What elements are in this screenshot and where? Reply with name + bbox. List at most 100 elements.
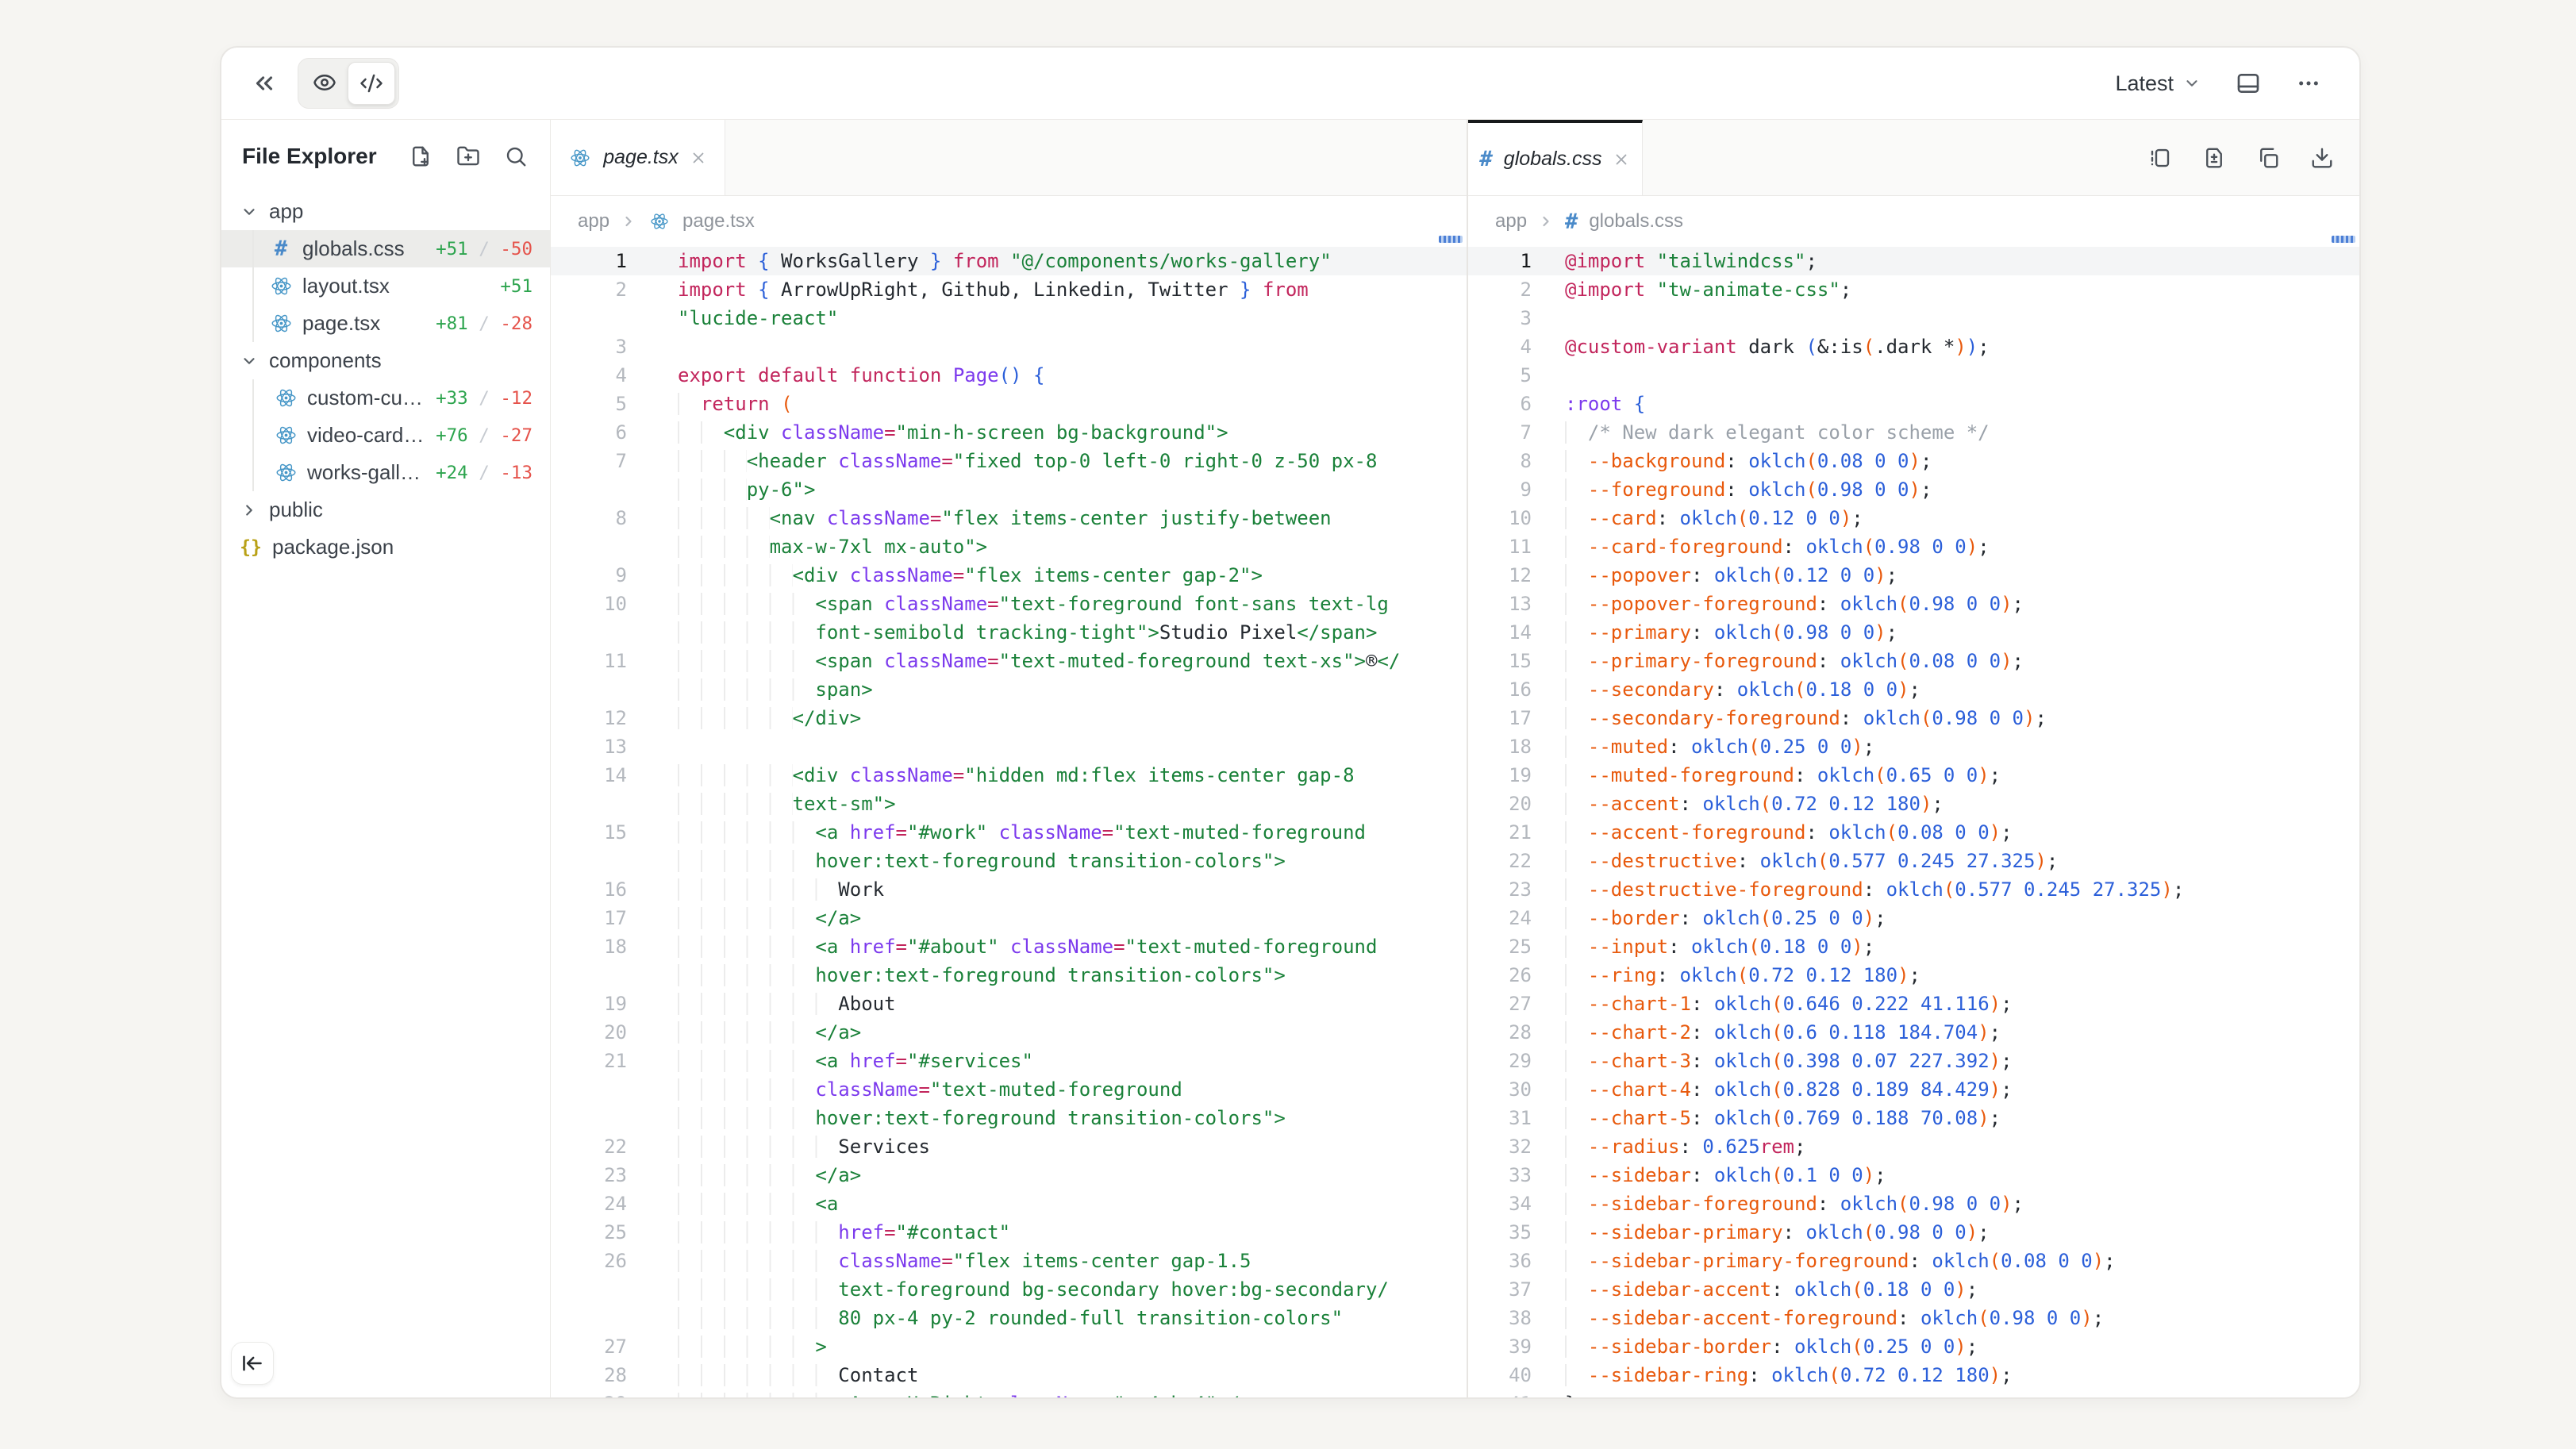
- code-line[interactable]: 11 <span className="text-muted-foregroun…: [551, 647, 1467, 675]
- code-line[interactable]: max-w-7xl mx-auto">: [551, 532, 1467, 561]
- code-line[interactable]: 9 <div className="flex items-center gap-…: [551, 561, 1467, 590]
- code-line[interactable]: 11 --card-foreground: oklch(0.98 0 0);: [1468, 532, 2359, 561]
- code-line[interactable]: 28 --chart-2: oklch(0.6 0.118 184.704);: [1468, 1018, 2359, 1047]
- code-line[interactable]: 1import { WorksGallery } from "@/compone…: [551, 247, 1467, 275]
- right-code[interactable]: 1@import "tailwindcss";2@import "tw-anim…: [1468, 247, 2359, 1397]
- new-folder-button[interactable]: [456, 144, 480, 168]
- code-line[interactable]: span>: [551, 675, 1467, 704]
- code-line[interactable]: py-6">: [551, 475, 1467, 504]
- code-line[interactable]: 5: [1468, 361, 2359, 390]
- code-line[interactable]: 7 <header className="fixed top-0 left-0 …: [551, 447, 1467, 475]
- panel-bottom-button[interactable]: [2236, 71, 2261, 96]
- code-line[interactable]: 12 --popover: oklch(0.12 0 0);: [1468, 561, 2359, 590]
- code-line[interactable]: className="text-muted-foreground: [551, 1075, 1467, 1104]
- code-line[interactable]: 15 --primary-foreground: oklch(0.08 0 0)…: [1468, 647, 2359, 675]
- code-line[interactable]: 27 --chart-1: oklch(0.646 0.222 41.116);: [1468, 990, 2359, 1018]
- code-line[interactable]: 6:root {: [1468, 390, 2359, 418]
- code-line[interactable]: 9 --foreground: oklch(0.98 0 0);: [1468, 475, 2359, 504]
- search-files-button[interactable]: [504, 144, 528, 168]
- tree-file-custom-curs[interactable]: custom-curs…+33 / -12: [221, 379, 550, 417]
- version-dropdown[interactable]: Latest: [2115, 71, 2201, 96]
- code-line[interactable]: 2import { ArrowUpRight, Github, Linkedin…: [551, 275, 1467, 304]
- code-line[interactable]: 10 <span className="text-foreground font…: [551, 590, 1467, 618]
- code-line[interactable]: hover:text-foreground transition-colors"…: [551, 961, 1467, 990]
- code-line[interactable]: 22 --destructive: oklch(0.577 0.245 27.3…: [1468, 847, 2359, 875]
- code-line[interactable]: 20 --accent: oklch(0.72 0.12 180);: [1468, 790, 2359, 818]
- tree-file-video-card.tsx[interactable]: video-card.tsx+76 / -27: [221, 417, 550, 454]
- code-line[interactable]: 29 --chart-3: oklch(0.398 0.07 227.392);: [1468, 1047, 2359, 1075]
- code-line[interactable]: hover:text-foreground transition-colors"…: [551, 1104, 1467, 1132]
- code-line[interactable]: 35 --sidebar-primary: oklch(0.98 0 0);: [1468, 1218, 2359, 1247]
- tree-file-globals.css[interactable]: #globals.css+51 / -50: [221, 230, 550, 267]
- code-toggle-button[interactable]: [348, 62, 395, 105]
- code-line[interactable]: 4@custom-variant dark (&:is(.dark *));: [1468, 332, 2359, 361]
- tab-page-tsx[interactable]: page.tsx: [551, 120, 725, 195]
- tree-file-layout.tsx[interactable]: layout.tsx+51: [221, 267, 550, 305]
- preview-toggle-button[interactable]: [302, 62, 348, 103]
- split-editor-button[interactable]: [2148, 146, 2172, 170]
- code-line[interactable]: 21 <a href="#services": [551, 1047, 1467, 1075]
- code-line[interactable]: 19 About: [551, 990, 1467, 1018]
- code-line[interactable]: 14 <div className="hidden md:flex items-…: [551, 761, 1467, 790]
- code-line[interactable]: 18 <a href="#about" className="text-mute…: [551, 932, 1467, 961]
- code-line[interactable]: hover:text-foreground transition-colors"…: [551, 847, 1467, 875]
- code-line[interactable]: 25 href="#contact": [551, 1218, 1467, 1247]
- code-line[interactable]: 10 --card: oklch(0.12 0 0);: [1468, 504, 2359, 532]
- code-line[interactable]: 8 --background: oklch(0.08 0 0);: [1468, 447, 2359, 475]
- code-line[interactable]: 24 --border: oklch(0.25 0 0);: [1468, 904, 2359, 932]
- code-line[interactable]: 4export default function Page() {: [551, 361, 1467, 390]
- code-line[interactable]: 19 --muted-foreground: oklch(0.65 0 0);: [1468, 761, 2359, 790]
- code-line[interactable]: 30 --chart-4: oklch(0.828 0.189 84.429);: [1468, 1075, 2359, 1104]
- code-line[interactable]: 17 --secondary-foreground: oklch(0.98 0 …: [1468, 704, 2359, 732]
- code-line[interactable]: text-foreground bg-secondary hover:bg-se…: [551, 1275, 1467, 1304]
- code-line[interactable]: 28 Contact: [551, 1361, 1467, 1389]
- code-line[interactable]: 26 className="flex items-center gap-1.5: [551, 1247, 1467, 1275]
- left-code[interactable]: 1import { WorksGallery } from "@/compone…: [551, 247, 1467, 1397]
- code-line[interactable]: 32 --radius: 0.625rem;: [1468, 1132, 2359, 1161]
- code-line[interactable]: 20 </a>: [551, 1018, 1467, 1047]
- code-line[interactable]: 26 --ring: oklch(0.72 0.12 180);: [1468, 961, 2359, 990]
- code-line[interactable]: 22 Services: [551, 1132, 1467, 1161]
- code-line[interactable]: 29 <ArrowUpRight className="w-4 h-4" />: [551, 1389, 1467, 1397]
- code-line[interactable]: 1@import "tailwindcss";: [1468, 247, 2359, 275]
- code-line[interactable]: 37 --sidebar-accent: oklch(0.18 0 0);: [1468, 1275, 2359, 1304]
- more-options-button[interactable]: [2296, 71, 2321, 96]
- code-line[interactable]: 3: [1468, 304, 2359, 332]
- code-line[interactable]: 12 </div>: [551, 704, 1467, 732]
- tree-file-page.tsx[interactable]: page.tsx+81 / -28: [221, 305, 550, 342]
- code-line[interactable]: 27 >: [551, 1332, 1467, 1361]
- code-line[interactable]: 23 --destructive-foreground: oklch(0.577…: [1468, 875, 2359, 904]
- tree-folder-components[interactable]: components: [221, 342, 550, 379]
- code-line[interactable]: 17 </a>: [551, 904, 1467, 932]
- code-line[interactable]: 25 --input: oklch(0.18 0 0);: [1468, 932, 2359, 961]
- code-line[interactable]: 80 px-4 py-2 rounded-full transition-col…: [551, 1304, 1467, 1332]
- code-line[interactable]: 8 <nav className="flex items-center just…: [551, 504, 1467, 532]
- code-line[interactable]: "lucide-react": [551, 304, 1467, 332]
- code-line[interactable]: 33 --sidebar: oklch(0.1 0 0);: [1468, 1161, 2359, 1190]
- code-line[interactable]: 6 <div className="min-h-screen bg-backgr…: [551, 418, 1467, 447]
- file-diff-button[interactable]: [2202, 146, 2226, 170]
- copy-code-button[interactable]: [2256, 146, 2280, 170]
- code-line[interactable]: 41}: [1468, 1389, 2359, 1397]
- code-line[interactable]: 3: [551, 332, 1467, 361]
- code-line[interactable]: 18 --muted: oklch(0.25 0 0);: [1468, 732, 2359, 761]
- code-line[interactable]: 31 --chart-5: oklch(0.769 0.188 70.08);: [1468, 1104, 2359, 1132]
- code-line[interactable]: 23 </a>: [551, 1161, 1467, 1190]
- code-line[interactable]: 21 --accent-foreground: oklch(0.08 0 0);: [1468, 818, 2359, 847]
- code-line[interactable]: 15 <a href="#work" className="text-muted…: [551, 818, 1467, 847]
- code-line[interactable]: 38 --sidebar-accent-foreground: oklch(0.…: [1468, 1304, 2359, 1332]
- code-line[interactable]: 13 --popover-foreground: oklch(0.98 0 0)…: [1468, 590, 2359, 618]
- download-button[interactable]: [2310, 146, 2334, 170]
- collapse-panel-button[interactable]: [245, 64, 283, 102]
- new-file-button[interactable]: [409, 144, 433, 168]
- code-line[interactable]: 40 --sidebar-ring: oklch(0.72 0.12 180);: [1468, 1361, 2359, 1389]
- code-line[interactable]: 14 --primary: oklch(0.98 0 0);: [1468, 618, 2359, 647]
- code-line[interactable]: 24 <a: [551, 1190, 1467, 1218]
- code-line[interactable]: 39 --sidebar-border: oklch(0.25 0 0);: [1468, 1332, 2359, 1361]
- code-line[interactable]: 34 --sidebar-foreground: oklch(0.98 0 0)…: [1468, 1190, 2359, 1218]
- code-line[interactable]: 16 Work: [551, 875, 1467, 904]
- close-tab-icon[interactable]: [1613, 151, 1630, 168]
- tree-folder-app[interactable]: app: [221, 193, 550, 230]
- collapse-sidebar-button[interactable]: [231, 1342, 274, 1385]
- code-line[interactable]: font-semibold tracking-tight">Studio Pix…: [551, 618, 1467, 647]
